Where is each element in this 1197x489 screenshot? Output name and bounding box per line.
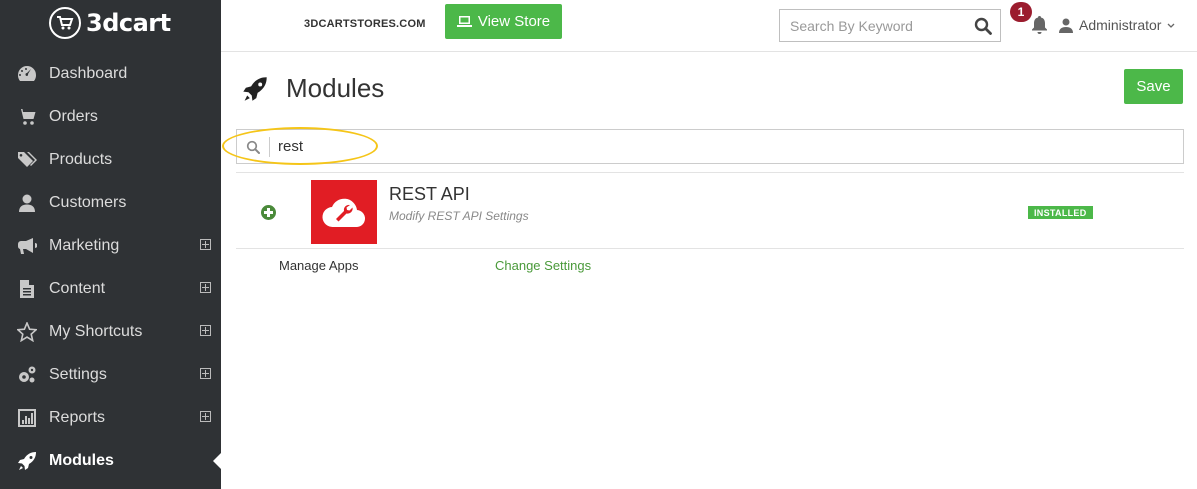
rest-api-module-icon bbox=[311, 180, 377, 244]
dashboard-icon bbox=[16, 63, 38, 85]
keyword-search-input[interactable] bbox=[780, 10, 971, 41]
sidebar-item-customers[interactable]: Customers bbox=[0, 181, 221, 224]
bar-chart-icon bbox=[16, 407, 38, 429]
logo-text: 3dcart bbox=[86, 9, 171, 37]
module-filter bbox=[236, 129, 1184, 164]
module-name[interactable]: REST API bbox=[389, 184, 470, 205]
manage-apps-link[interactable]: Manage Apps bbox=[279, 258, 359, 273]
expand-icon[interactable] bbox=[200, 411, 211, 422]
sidebar-item-label: Customers bbox=[49, 193, 127, 211]
store-domain-link[interactable]: 3DCARTSTORES.COM bbox=[304, 18, 426, 30]
chevron-down-icon bbox=[1168, 23, 1175, 28]
cart-logo-icon bbox=[49, 7, 81, 39]
sidebar-item-label: Marketing bbox=[49, 236, 120, 254]
sidebar-item-settings[interactable]: Settings bbox=[0, 353, 221, 396]
sidebar-item-reports[interactable]: Reports bbox=[0, 396, 221, 439]
sidebar-item-orders[interactable]: Orders bbox=[0, 95, 221, 138]
sidebar-item-label: Content bbox=[49, 279, 106, 297]
sidebar-item-label: Dashboard bbox=[49, 64, 128, 82]
laptop-icon bbox=[456, 16, 472, 27]
sidebar-item-label: Reports bbox=[49, 408, 106, 426]
sidebar-item-label: Products bbox=[49, 150, 113, 168]
user-icon bbox=[16, 192, 38, 214]
module-filter-input[interactable] bbox=[270, 130, 1183, 163]
sidebar-item-dashboard[interactable]: Dashboard bbox=[0, 52, 221, 95]
view-store-button[interactable]: View Store bbox=[445, 4, 562, 39]
cart-icon bbox=[16, 106, 38, 128]
keyword-search bbox=[779, 9, 1001, 42]
user-icon bbox=[1059, 18, 1073, 33]
bell-icon[interactable] bbox=[1031, 15, 1048, 39]
save-button[interactable]: Save bbox=[1124, 69, 1183, 104]
sidebar-item-label: Settings bbox=[49, 365, 107, 383]
status-badge: INSTALLED bbox=[1028, 206, 1093, 219]
module-description: Modify REST API Settings bbox=[389, 209, 529, 223]
search-icon[interactable] bbox=[971, 13, 994, 39]
expand-icon[interactable] bbox=[200, 239, 211, 250]
page-title: Modules bbox=[286, 73, 385, 103]
module-row: REST API Modify REST API Settings INSTAL… bbox=[236, 172, 1184, 249]
user-menu[interactable]: Administrator bbox=[1059, 17, 1175, 33]
sidebar-nav: Dashboard Orders Products Customers Mark… bbox=[0, 52, 221, 482]
rocket-icon bbox=[243, 76, 267, 101]
top-bar: 3DCARTSTORES.COM View Store 1 Administra… bbox=[221, 0, 1197, 52]
rocket-icon bbox=[16, 450, 38, 472]
sidebar-item-modules[interactable]: Modules bbox=[0, 439, 221, 482]
expand-icon[interactable] bbox=[200, 325, 211, 336]
notification-badge: 1 bbox=[1010, 2, 1032, 22]
sidebar-item-my-shortcuts[interactable]: My Shortcuts bbox=[0, 310, 221, 353]
star-icon bbox=[16, 321, 38, 343]
expand-icon[interactable] bbox=[200, 368, 211, 379]
expand-module-icon[interactable] bbox=[261, 205, 276, 220]
bullhorn-icon bbox=[16, 235, 38, 257]
user-name: Administrator bbox=[1079, 17, 1162, 33]
file-icon bbox=[16, 278, 38, 300]
change-settings-link[interactable]: Change Settings bbox=[495, 258, 591, 273]
sidebar-item-marketing[interactable]: Marketing bbox=[0, 224, 221, 267]
brand-logo[interactable]: 3dcart bbox=[49, 6, 171, 40]
search-icon bbox=[237, 136, 270, 157]
sidebar-item-label: Modules bbox=[49, 451, 114, 469]
sidebar: 3dcart Dashboard Orders Products Custome… bbox=[0, 0, 221, 489]
gears-icon bbox=[16, 364, 38, 386]
sidebar-item-label: My Shortcuts bbox=[49, 322, 143, 340]
expand-icon[interactable] bbox=[200, 282, 211, 293]
sidebar-item-products[interactable]: Products bbox=[0, 138, 221, 181]
sidebar-item-label: Orders bbox=[49, 107, 98, 125]
tags-icon bbox=[16, 149, 38, 171]
sidebar-item-content[interactable]: Content bbox=[0, 267, 221, 310]
page-header: Modules bbox=[242, 73, 384, 104]
view-store-label: View Store bbox=[477, 13, 551, 30]
